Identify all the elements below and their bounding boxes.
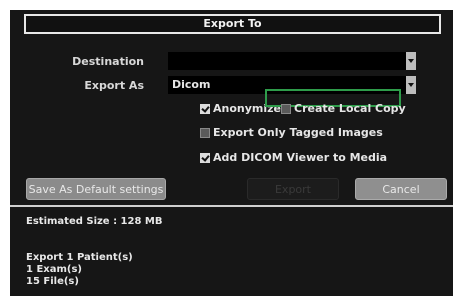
export-only-tagged-option[interactable]: Export Only Tagged Images [200,126,383,139]
estimated-size-text: Estimated Size : 128 MB [26,216,163,227]
export-as-value: Dicom [172,78,211,91]
dialog-title: Export To [24,14,441,34]
create-local-copy-option[interactable]: Create Local Copy [281,102,406,115]
save-as-default-button[interactable]: Save As Default settings [26,178,166,200]
checkbox-icon[interactable] [200,152,210,163]
add-dicom-viewer-label: Add DICOM Viewer to Media [213,151,388,164]
chevron-down-icon[interactable] [406,52,416,70]
add-dicom-viewer-option[interactable]: Add DICOM Viewer to Media [200,151,387,164]
create-local-copy-label: Create Local Copy [294,102,406,115]
destination-dropdown[interactable] [168,52,416,70]
checkbox-icon[interactable] [200,127,210,138]
chevron-down-icon[interactable] [406,76,416,94]
checkbox-icon[interactable] [281,103,291,114]
cancel-button[interactable]: Cancel [355,178,447,200]
export-button[interactable]: Export [247,178,339,200]
export-only-tagged-label: Export Only Tagged Images [213,126,383,139]
checkbox-icon[interactable] [200,103,210,114]
export-patients-text: Export 1 Patient(s) [26,252,133,263]
exam-count-text: 1 Exam(s) [26,264,82,275]
destination-label: Destination [72,55,144,68]
divider [10,205,453,207]
file-count-text: 15 File(s) [26,276,79,287]
export-as-label: Export As [84,79,144,92]
